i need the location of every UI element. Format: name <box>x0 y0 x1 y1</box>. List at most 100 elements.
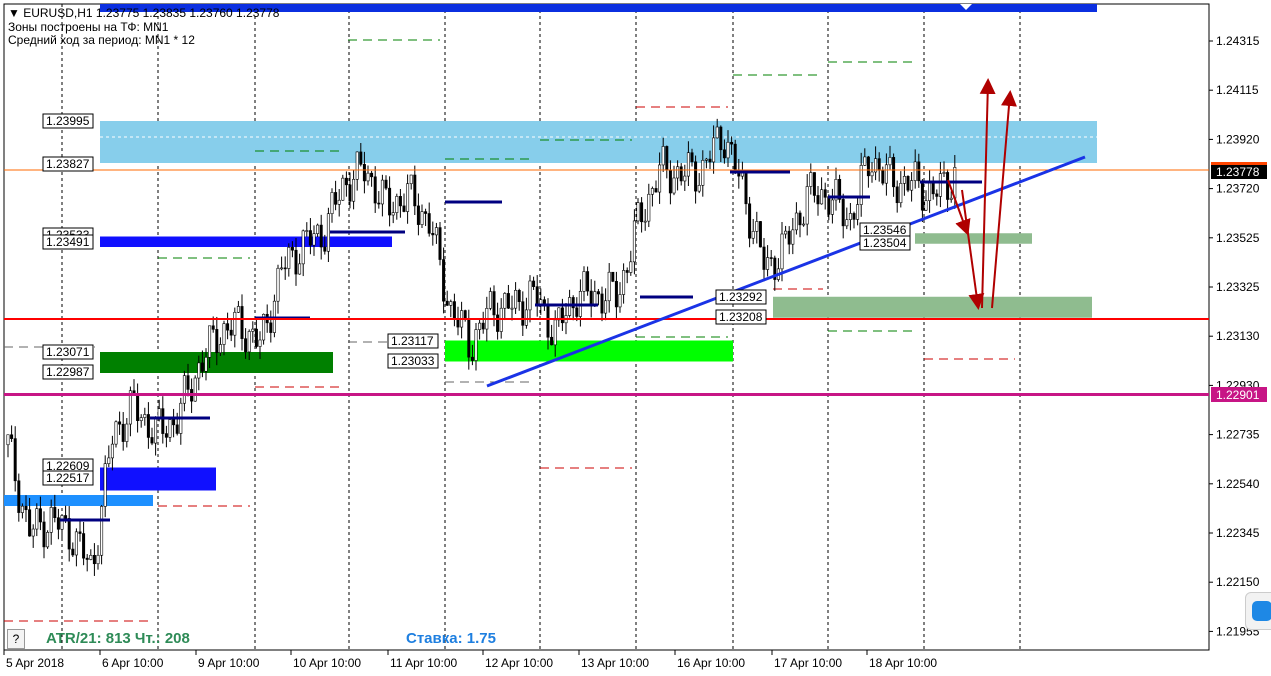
candle-body <box>791 229 795 245</box>
candle-body <box>121 423 125 442</box>
candle-body <box>661 146 665 166</box>
zone-price-text: 1.23827 <box>46 157 90 171</box>
candle-body <box>586 271 590 292</box>
candle-body <box>330 192 334 215</box>
candle-body <box>636 202 640 222</box>
candle-body <box>488 291 492 309</box>
candle-body <box>46 532 50 548</box>
candle-body <box>946 172 950 200</box>
candle-body <box>470 356 474 361</box>
price-tick-label: 1.23325 <box>1216 280 1260 294</box>
candle-body <box>251 328 255 332</box>
candle-body <box>82 533 86 559</box>
candle-body <box>733 143 737 171</box>
candle-body <box>805 186 809 225</box>
candle-body <box>344 177 348 186</box>
candle-body <box>938 173 942 197</box>
candle-body <box>334 192 338 205</box>
candle-body <box>13 438 17 482</box>
candle-body <box>676 166 680 179</box>
candle-body <box>802 223 806 226</box>
zone-price-text: 1.22517 <box>46 471 90 485</box>
candle-body <box>359 151 363 165</box>
candle-body <box>326 213 330 252</box>
candle-body <box>514 289 518 309</box>
candle-body <box>413 174 417 207</box>
help-button[interactable]: ? <box>7 629 25 649</box>
candle-body <box>924 200 928 211</box>
candle-body <box>787 230 791 245</box>
candle-body <box>229 329 233 336</box>
candle-body <box>352 178 356 202</box>
time-tick-label: 18 Apr 10:00 <box>869 656 937 670</box>
candle-body <box>863 156 867 166</box>
zone-price-text: 1.23491 <box>46 235 90 249</box>
candle-body <box>244 338 248 353</box>
candle-body <box>20 505 24 513</box>
candle-body <box>683 175 687 182</box>
candle-body <box>60 515 64 530</box>
candle-body <box>902 176 906 184</box>
price-zone <box>100 467 216 491</box>
candle-body <box>920 180 924 211</box>
candle-body <box>294 249 298 275</box>
candle-body <box>236 306 240 313</box>
candle-body <box>204 357 208 372</box>
candle-body <box>877 158 881 171</box>
price-zone <box>100 236 392 247</box>
candle-body <box>182 375 186 404</box>
candle-body <box>913 161 917 181</box>
candle-body <box>841 199 845 227</box>
candle-body <box>665 146 669 171</box>
candle-body <box>312 233 316 246</box>
candle-body <box>794 212 798 231</box>
candle-body <box>258 339 262 347</box>
candle-body <box>150 437 154 444</box>
candle-body <box>125 423 129 442</box>
candle-body <box>355 151 359 180</box>
candle-body <box>622 270 626 295</box>
candle-body <box>6 434 10 446</box>
time-tick-label: 12 Apr 10:00 <box>485 656 553 670</box>
candle-body <box>629 261 633 273</box>
candle-body <box>107 457 111 464</box>
candle-body <box>211 325 215 330</box>
candle-body <box>200 362 204 372</box>
candle-body <box>640 202 644 223</box>
candle-body <box>287 247 291 269</box>
candle-body <box>686 152 690 177</box>
candle-body <box>114 421 118 445</box>
candle-body <box>593 291 597 306</box>
candle-body <box>172 419 176 426</box>
candle-body <box>96 554 100 565</box>
candle-body <box>442 259 446 302</box>
candle-body <box>694 161 698 192</box>
candle-body <box>420 211 424 225</box>
candle-body <box>370 172 374 178</box>
candle-body <box>730 141 734 145</box>
candle-body <box>110 443 114 459</box>
candle-body <box>845 219 849 227</box>
candle-body <box>812 172 816 196</box>
candle-body <box>715 126 719 139</box>
current-price-label: 1.23778 <box>1216 165 1260 179</box>
candle-body <box>895 186 899 204</box>
candle-body <box>100 506 104 556</box>
teamviewer-widget[interactable] <box>1245 592 1271 630</box>
candle-body <box>467 319 471 358</box>
time-tick-label: 5 Apr 2018 <box>6 656 64 670</box>
candle-body <box>744 172 748 205</box>
zone-price-text: 1.23033 <box>391 354 435 368</box>
candle-body <box>650 188 654 195</box>
candle-body <box>492 291 496 316</box>
candle-body <box>64 515 68 519</box>
candle-body <box>607 271 611 302</box>
price-tick-label: 1.22735 <box>1216 428 1260 442</box>
zone-price-text: 1.23292 <box>719 290 763 304</box>
candle-body <box>528 280 532 311</box>
price-chart[interactable]: 1.239951.238271.235331.234911.230711.229… <box>0 0 1271 676</box>
candle-body <box>89 555 93 560</box>
candle-body <box>704 158 708 161</box>
candle-body <box>283 267 287 270</box>
candle-body <box>146 414 150 438</box>
